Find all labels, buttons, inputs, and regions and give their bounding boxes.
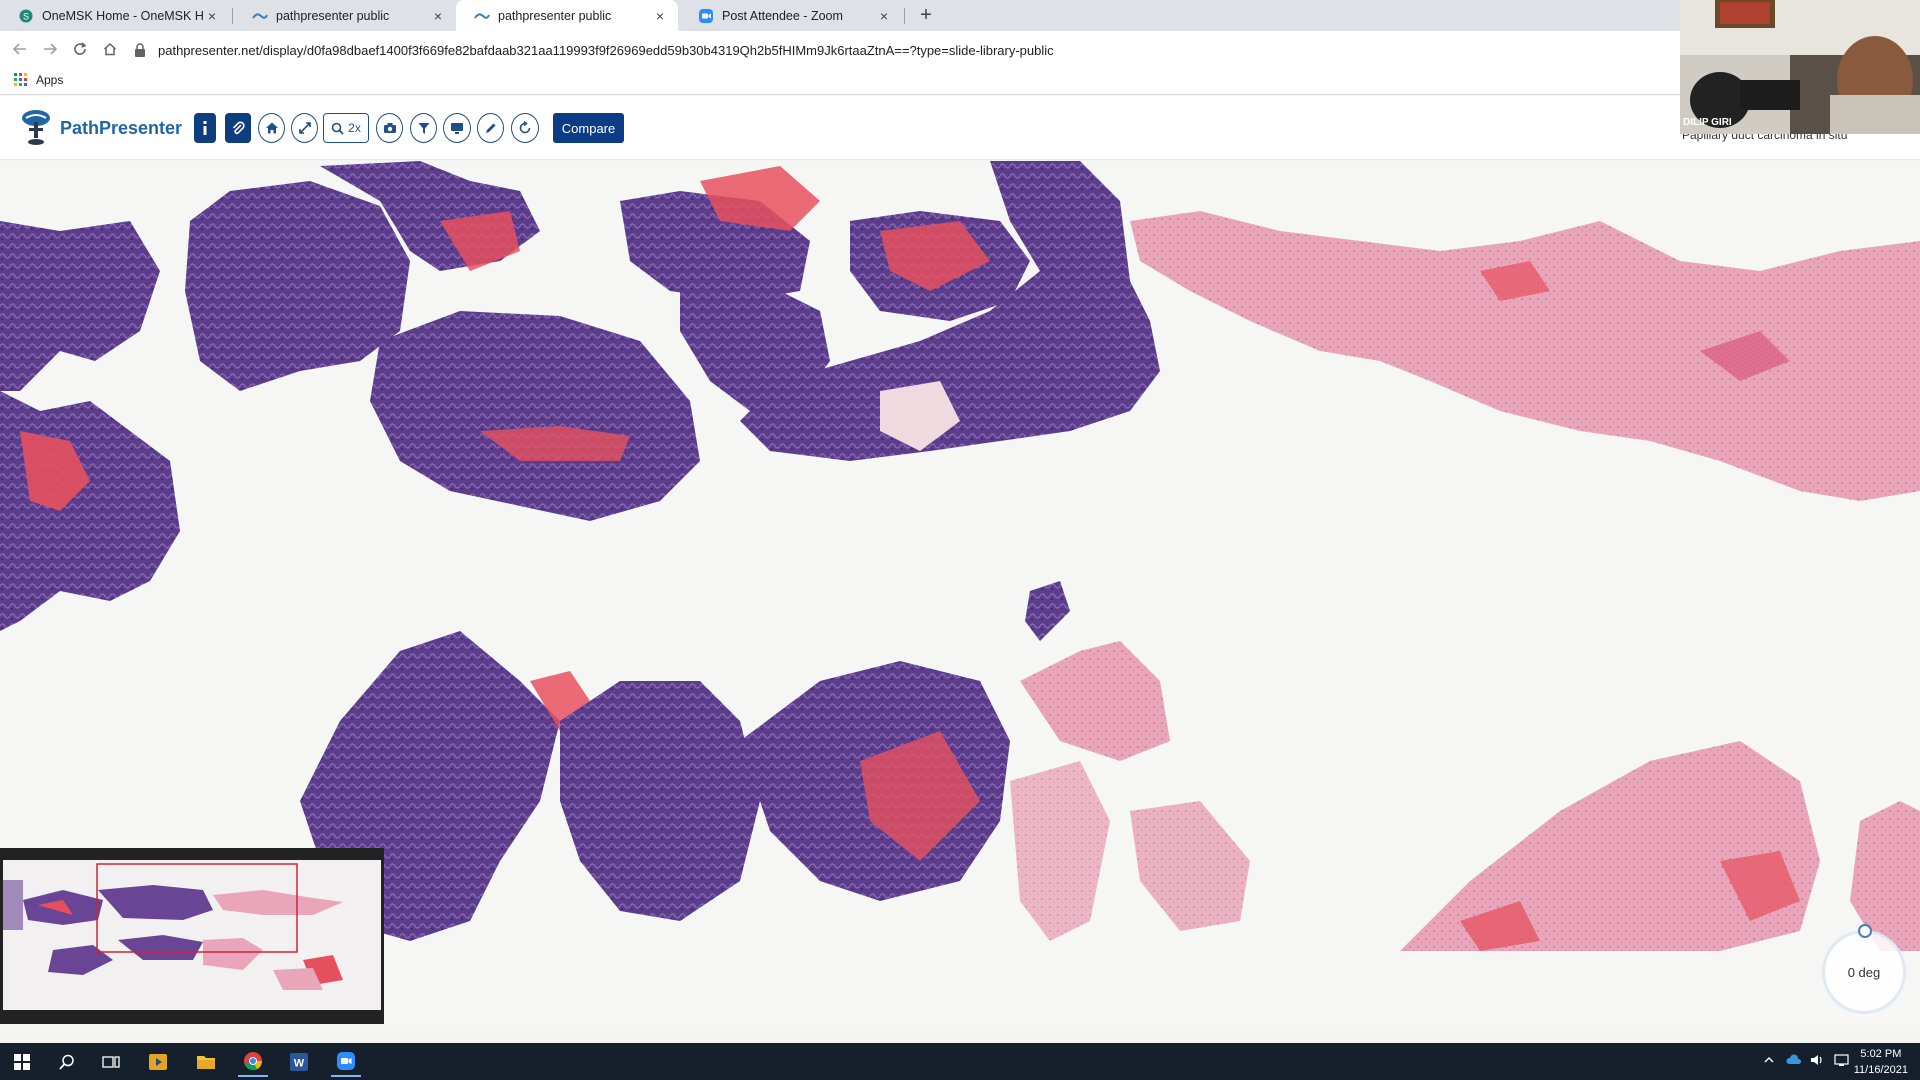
arrow-right-icon <box>44 43 57 55</box>
close-tab-icon[interactable]: × <box>204 8 220 24</box>
browser-tab-bar: S OneMSK Home - OneMSK Home × pathpresen… <box>0 0 1920 31</box>
snapshot-button[interactable] <box>376 113 403 143</box>
clock-time: 5:02 PM <box>1860 1048 1902 1060</box>
zoom-level-button[interactable]: 2x <box>323 113 369 143</box>
rotation-handle[interactable] <box>1858 924 1872 938</box>
participant-name: DILIP GIRI <box>1683 117 1732 128</box>
tab-divider <box>904 8 905 24</box>
browser-nav-bar: pathpresenter.net/display/d0fa98dbaef140… <box>0 31 1920 67</box>
task-view-icon <box>102 1056 120 1068</box>
volume-icon[interactable] <box>1810 1053 1824 1067</box>
minimap-thumbnail <box>3 860 381 1010</box>
apps-label: Apps <box>36 73 64 87</box>
clock-date: 11/16/2021 <box>1853 1064 1908 1076</box>
home-button[interactable] <box>99 38 121 60</box>
compare-button[interactable]: Compare <box>553 113 624 143</box>
bookmarks-bar: Apps <box>0 67 1920 95</box>
close-tab-icon[interactable]: × <box>652 8 668 24</box>
file-explorer-taskbar-icon[interactable] <box>191 1047 221 1077</box>
zoom-participant-video: DILIP GIRI <box>1680 0 1920 134</box>
system-tray <box>1762 1053 1849 1067</box>
tab-divider <box>232 8 233 24</box>
word-taskbar-icon[interactable]: W <box>284 1047 314 1077</box>
apps-bookmark[interactable]: Apps <box>14 73 63 87</box>
attachment-button[interactable] <box>225 113 251 143</box>
info-icon <box>203 121 207 135</box>
chrome-taskbar-icon[interactable] <box>238 1047 268 1077</box>
pathpresenter-favicon-icon <box>474 8 490 24</box>
rotation-dial[interactable]: 0 deg <box>1822 930 1906 1014</box>
chevron-up-icon[interactable] <box>1762 1053 1776 1067</box>
close-tab-icon[interactable]: × <box>430 8 446 24</box>
app-toolbar: PathPresenter 2x Compare <box>0 96 1920 160</box>
home-icon <box>103 42 117 56</box>
home-view-button[interactable] <box>258 113 285 143</box>
tab-title: pathpresenter public <box>498 8 612 23</box>
webcam-image <box>1680 0 1920 134</box>
logo-text: PathPresenter <box>60 117 183 138</box>
onedrive-icon[interactable] <box>1786 1053 1802 1067</box>
forward-button[interactable] <box>39 38 61 60</box>
camera-icon <box>383 123 396 133</box>
pathpresenter-logo[interactable]: PathPresenter <box>18 108 182 148</box>
tab-pathpresenter-1[interactable]: pathpresenter public × <box>234 0 456 31</box>
tab-pathpresenter-active[interactable]: pathpresenter public × <box>456 0 678 31</box>
zoom-taskbar-icon[interactable] <box>331 1047 361 1077</box>
system-clock[interactable]: 5:02 PM 11/16/2021 <box>1854 1046 1908 1078</box>
url-text: pathpresenter.net/display/d0fa98dbaef140… <box>158 42 1054 58</box>
pathpresenter-favicon-icon <box>252 8 268 24</box>
tab-title: pathpresenter public <box>276 8 390 23</box>
zoom-favicon-icon <box>698 8 714 24</box>
svg-text:S: S <box>23 11 29 21</box>
monitor-icon <box>451 122 463 134</box>
tab-onemsk[interactable]: S OneMSK Home - OneMSK Home × <box>0 0 230 31</box>
pencil-icon <box>486 123 496 133</box>
windows-logo-icon <box>14 1054 30 1070</box>
tab-zoom[interactable]: Post Attendee - Zoom × <box>680 0 902 31</box>
paperclip-icon <box>232 121 245 135</box>
task-view-button[interactable] <box>96 1047 126 1077</box>
start-button[interactable] <box>7 1047 37 1077</box>
rotate-icon <box>519 121 531 134</box>
zoom-level-label: 2x <box>348 121 361 135</box>
search-button[interactable] <box>52 1047 82 1077</box>
home-icon <box>265 122 278 134</box>
annotate-button[interactable] <box>477 113 504 143</box>
microscope-logo-icon <box>22 110 50 145</box>
onemsk-favicon-icon: S <box>18 8 34 24</box>
present-button[interactable] <box>443 113 471 143</box>
tab-title: OneMSK Home - OneMSK Home <box>42 8 204 23</box>
apps-grid-icon <box>14 73 27 86</box>
expand-icon <box>298 122 311 134</box>
arrow-left-icon <box>13 43 26 55</box>
close-tab-icon[interactable]: × <box>876 8 892 24</box>
fullscreen-button[interactable] <box>291 113 318 143</box>
filter-button[interactable] <box>410 113 437 143</box>
network-icon[interactable] <box>1834 1053 1849 1067</box>
media-player-taskbar-icon[interactable] <box>143 1047 173 1077</box>
back-button[interactable] <box>9 38 31 60</box>
new-tab-button[interactable]: + <box>915 4 937 26</box>
search-icon <box>59 1054 74 1070</box>
magnifier-icon <box>331 122 344 135</box>
filter-icon <box>418 122 429 134</box>
svg-text:W: W <box>294 1058 305 1070</box>
windows-taskbar: W 5:02 PM 11/16/2021 <box>0 1043 1920 1080</box>
lock-icon <box>135 43 145 57</box>
slide-navigator-minimap[interactable] <box>0 848 384 1024</box>
reload-button[interactable] <box>69 38 91 60</box>
address-bar[interactable]: pathpresenter.net/display/d0fa98dbaef140… <box>134 37 1674 63</box>
reload-icon <box>74 42 87 55</box>
rotate-button[interactable] <box>511 113 539 143</box>
info-button[interactable] <box>194 113 216 143</box>
tab-title: Post Attendee - Zoom <box>722 8 843 23</box>
